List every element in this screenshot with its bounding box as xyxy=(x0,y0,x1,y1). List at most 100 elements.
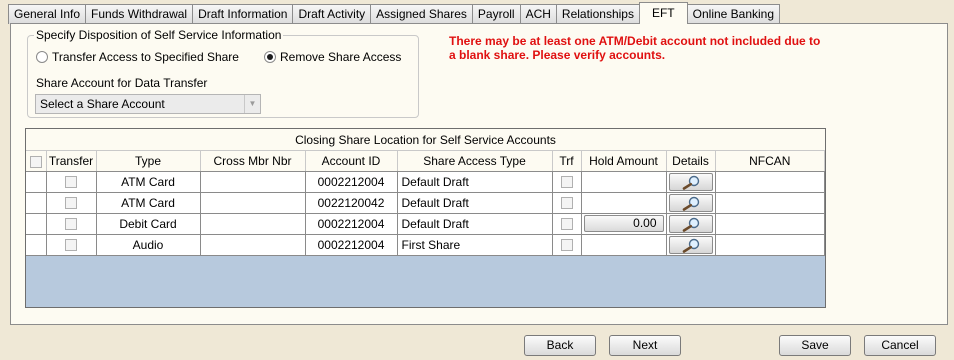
trf-checkbox[interactable] xyxy=(560,218,573,231)
transfer-checkbox[interactable] xyxy=(65,176,77,189)
account-id-cell: 0002212004 xyxy=(305,171,398,193)
closing-share-grid: Closing Share Location for Self Service … xyxy=(25,128,826,308)
save-button[interactable]: Save xyxy=(779,335,851,356)
account-id-cell: 0002212004 xyxy=(305,213,398,235)
col-header-nfcan: NFCAN xyxy=(715,151,825,172)
transfer-cell[interactable] xyxy=(46,171,97,193)
transfer-cell[interactable] xyxy=(46,213,97,235)
row-selector[interactable] xyxy=(26,234,47,256)
tab-payroll[interactable]: Payroll xyxy=(471,4,521,24)
share-access-type-cell: Default Draft xyxy=(397,213,553,235)
magnifier-icon xyxy=(682,175,699,190)
transfer-access-label[interactable]: Transfer Access to Specified Share xyxy=(52,50,239,64)
hold-amount-cell xyxy=(581,234,667,256)
details-button[interactable] xyxy=(668,214,713,233)
next-button[interactable]: Next xyxy=(609,335,681,356)
col-header-trf: Trf xyxy=(552,151,582,172)
tab-funds-withdrawal[interactable]: Funds Withdrawal xyxy=(85,4,194,24)
cross-mbr-cell[interactable] xyxy=(200,213,306,235)
remove-access-label[interactable]: Remove Share Access xyxy=(280,50,401,64)
row-selector[interactable] xyxy=(26,213,47,235)
cross-mbr-cell[interactable] xyxy=(200,171,306,193)
details-cell[interactable] xyxy=(666,192,716,214)
tab-assigned-shares[interactable]: Assigned Shares xyxy=(370,4,473,24)
trf-checkbox[interactable] xyxy=(560,176,573,189)
trf-checkbox[interactable] xyxy=(560,239,573,252)
select-all-header[interactable] xyxy=(26,151,47,172)
share-account-select-value: Select a Share Account xyxy=(40,97,165,111)
transfer-checkbox[interactable] xyxy=(65,218,77,231)
trf-cell[interactable] xyxy=(552,234,582,256)
grid-header-row: Transfer Type Cross Mbr Nbr Account ID S… xyxy=(26,151,825,172)
tab-draft-activity[interactable]: Draft Activity xyxy=(292,4,372,24)
tab-strip: General Info Funds Withdrawal Draft Info… xyxy=(8,2,781,24)
col-header-hold-amount: Hold Amount xyxy=(581,151,667,172)
table-row[interactable]: ATM Card 0022120042 Default Draft xyxy=(26,192,825,214)
type-cell: Audio xyxy=(96,234,201,256)
hold-amount-button[interactable]: 0.00 xyxy=(583,215,664,232)
hold-amount-cell[interactable]: 0.00 xyxy=(581,213,667,235)
share-access-type-cell: First Share xyxy=(397,234,553,256)
share-access-type-cell: Default Draft xyxy=(397,171,553,193)
disposition-legend: Specify Disposition of Self Service Info… xyxy=(34,28,284,42)
back-button[interactable]: Back xyxy=(524,335,596,356)
row-selector[interactable] xyxy=(26,171,47,193)
tab-draft-information[interactable]: Draft Information xyxy=(192,4,294,24)
details-button[interactable] xyxy=(668,172,713,191)
col-header-cross-mbr: Cross Mbr Nbr xyxy=(200,151,306,172)
table-row[interactable]: Audio 0002212004 First Share xyxy=(26,234,825,256)
magnifier-icon xyxy=(682,238,699,253)
type-cell: ATM Card xyxy=(96,192,201,214)
col-header-details: Details xyxy=(666,151,716,172)
col-header-share-access-type: Share Access Type xyxy=(397,151,553,172)
tab-ach[interactable]: ACH xyxy=(519,4,557,24)
transfer-access-radio[interactable]: Transfer Access to Specified Share xyxy=(36,50,239,64)
select-all-checkbox[interactable] xyxy=(29,155,42,168)
transfer-checkbox[interactable] xyxy=(65,239,77,252)
details-button[interactable] xyxy=(668,235,713,254)
row-selector[interactable] xyxy=(26,192,47,214)
tab-general-info[interactable]: General Info xyxy=(8,4,87,24)
table-row[interactable]: Debit Card 0002212004 Default Draft 0.00 xyxy=(26,213,825,235)
cross-mbr-cell[interactable] xyxy=(200,192,306,214)
trf-checkbox[interactable] xyxy=(560,197,573,210)
trf-cell[interactable] xyxy=(552,171,582,193)
hold-amount-cell xyxy=(581,192,667,214)
remove-radio-circle[interactable] xyxy=(264,51,276,63)
chevron-down-icon[interactable]: ▼ xyxy=(244,95,260,113)
transfer-cell[interactable] xyxy=(46,192,97,214)
remove-access-radio[interactable]: Remove Share Access xyxy=(264,50,401,64)
details-cell[interactable] xyxy=(666,171,716,193)
trf-cell[interactable] xyxy=(552,213,582,235)
col-header-account-id: Account ID xyxy=(305,151,398,172)
table-row[interactable]: ATM Card 0002212004 Default Draft xyxy=(26,171,825,193)
type-cell: Debit Card xyxy=(96,213,201,235)
share-account-label: Share Account for Data Transfer xyxy=(36,76,208,90)
share-account-select[interactable]: Select a Share Account ▼ xyxy=(35,94,261,114)
nfcan-cell xyxy=(715,234,825,256)
cancel-button[interactable]: Cancel xyxy=(864,335,936,356)
hold-amount-cell xyxy=(581,171,667,193)
details-button[interactable] xyxy=(668,193,713,212)
cross-mbr-cell[interactable] xyxy=(200,234,306,256)
magnifier-icon xyxy=(682,196,699,211)
share-access-type-cell: Default Draft xyxy=(397,192,553,214)
transfer-radio-circle[interactable] xyxy=(36,51,48,63)
self-service-table: Transfer Type Cross Mbr Nbr Account ID S… xyxy=(26,151,825,256)
details-cell[interactable] xyxy=(666,234,716,256)
account-id-cell: 0002212004 xyxy=(305,234,398,256)
transfer-checkbox[interactable] xyxy=(65,197,77,210)
type-cell: ATM Card xyxy=(96,171,201,193)
trf-cell[interactable] xyxy=(552,192,582,214)
tab-eft[interactable]: EFT xyxy=(638,2,688,24)
blank-share-warning: There may be at least one ATM/Debit acco… xyxy=(449,34,821,62)
tab-online-banking[interactable]: Online Banking xyxy=(686,4,781,24)
nfcan-cell xyxy=(715,171,825,193)
magnifier-icon xyxy=(682,217,699,232)
details-cell[interactable] xyxy=(666,213,716,235)
tab-relationships[interactable]: Relationships xyxy=(555,4,640,24)
nfcan-cell xyxy=(715,192,825,214)
account-id-cell: 0022120042 xyxy=(305,192,398,214)
transfer-cell[interactable] xyxy=(46,234,97,256)
eft-panel: Specify Disposition of Self Service Info… xyxy=(10,23,948,325)
